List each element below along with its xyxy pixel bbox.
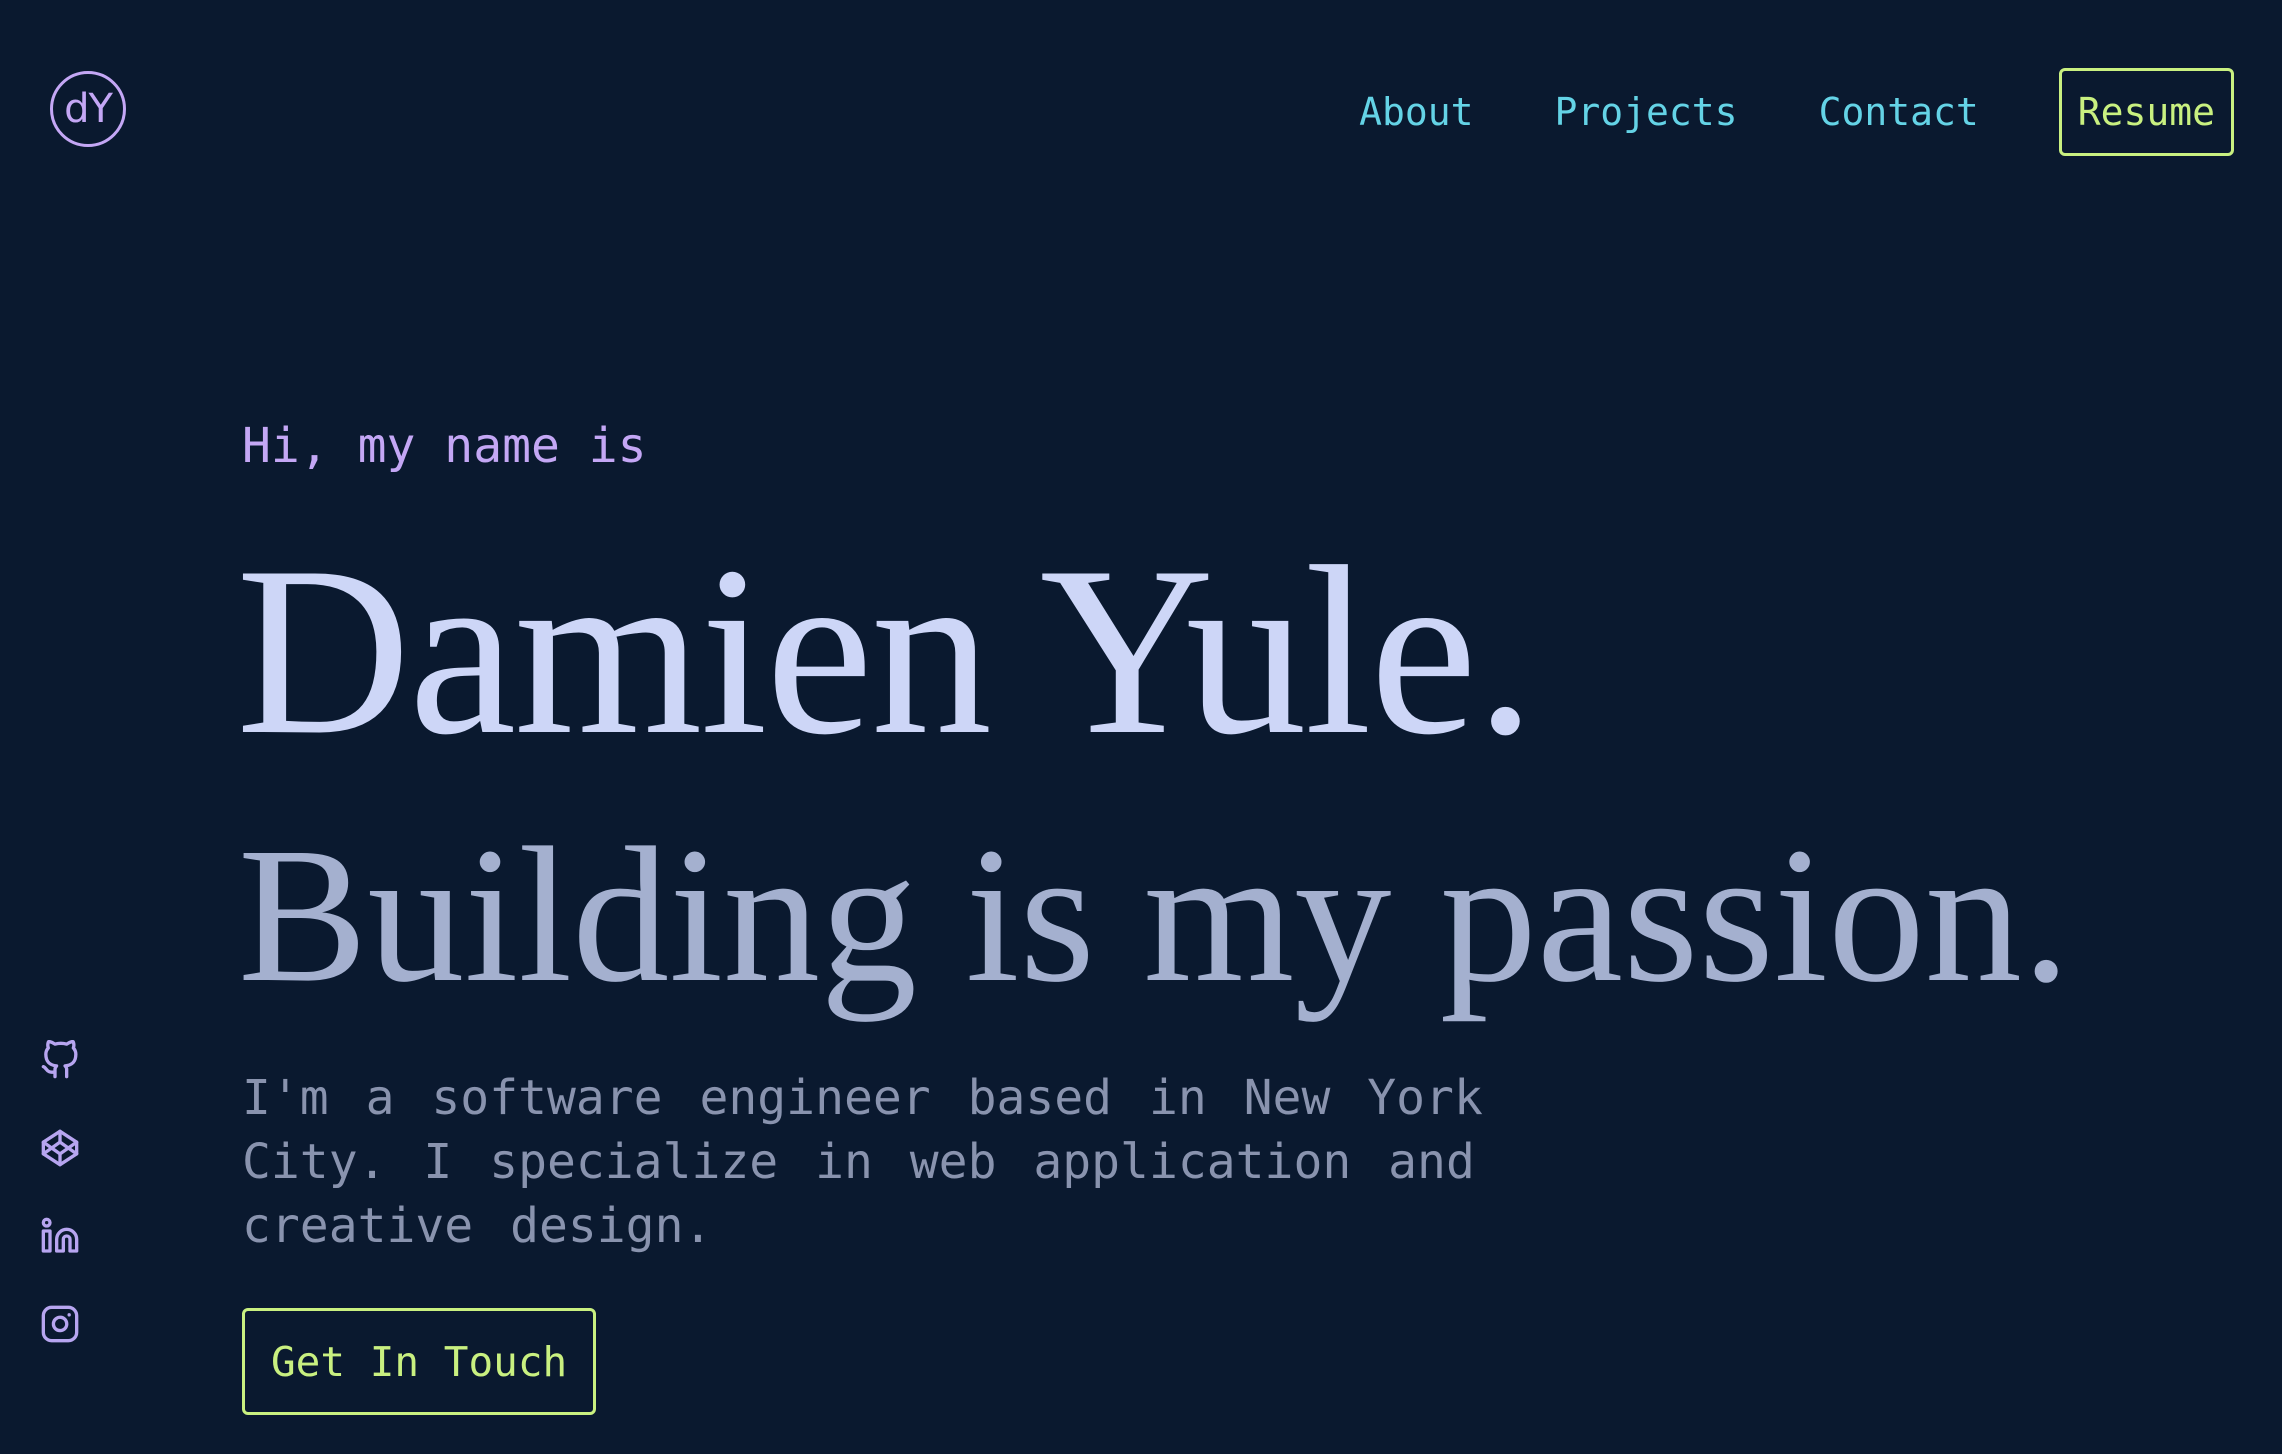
hero-name: Damien Yule.: [236, 517, 1536, 785]
get-in-touch-button[interactable]: Get In Touch: [242, 1308, 597, 1415]
social-link-instagram[interactable]: [38, 1302, 82, 1346]
nav-link-contact[interactable]: Contact: [1819, 90, 1979, 134]
nav-link-projects[interactable]: Projects: [1555, 90, 1738, 134]
logo[interactable]: dY: [50, 71, 126, 147]
hero-tagline: Building is my passion.: [238, 807, 2071, 1022]
hero-greeting: Hi, my name is: [242, 418, 647, 474]
logo-text: dY: [64, 86, 113, 132]
social-links: [38, 1038, 82, 1390]
social-link-linkedin[interactable]: [38, 1214, 82, 1258]
nav-link-about[interactable]: About: [1359, 90, 1473, 134]
get-in-touch-label: Get In Touch: [271, 1337, 568, 1386]
resume-button-label: Resume: [2077, 90, 2215, 134]
github-icon: [41, 1040, 78, 1079]
social-link-github[interactable]: [38, 1038, 82, 1082]
resume-button[interactable]: Resume: [2058, 68, 2234, 156]
linkedin-icon: [41, 1217, 79, 1253]
codepen-icon: [41, 1129, 79, 1167]
social-link-codepen[interactable]: [38, 1126, 82, 1170]
instagram-icon: [41, 1305, 79, 1343]
hero-bio: I'm a software engineer based in New Yor…: [242, 1070, 1483, 1254]
main-nav: About Projects Contact Resume: [1359, 68, 2234, 156]
